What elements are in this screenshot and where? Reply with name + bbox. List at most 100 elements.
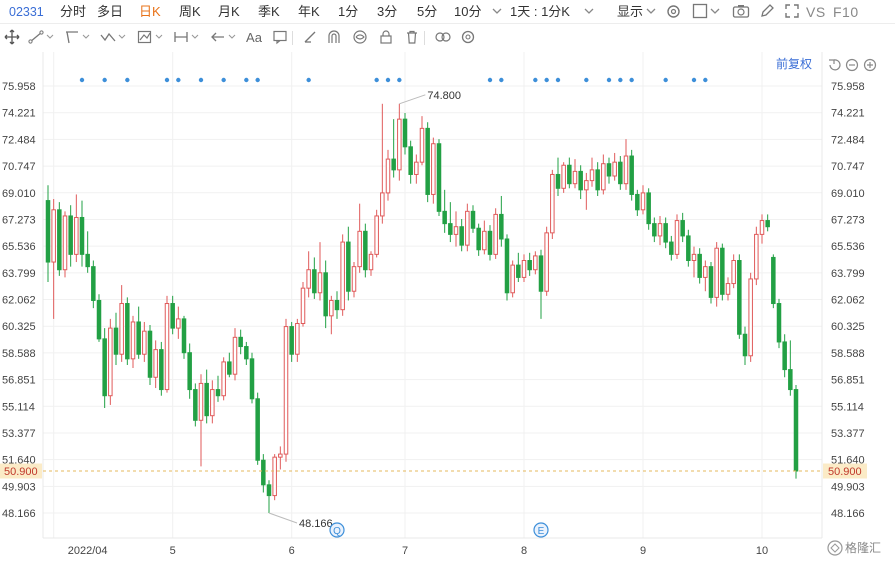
- display-menu[interactable]: 显示: [617, 3, 643, 21]
- y-tick-label-right: 74.221: [831, 108, 865, 120]
- chart-canvas[interactable]: 75.958 75.958 74.221 74.221 72.484 72.484 70.7…: [0, 52, 895, 572]
- magnet-icon[interactable]: [326, 29, 342, 47]
- candle-body: [346, 241, 351, 292]
- trash-icon[interactable]: [404, 29, 420, 47]
- candle-body: [198, 382, 204, 421]
- chevron-down-icon[interactable]: [584, 5, 594, 23]
- period-tab-3min[interactable]: 3分: [377, 3, 397, 21]
- zoom-out-icon[interactable]: [845, 58, 859, 72]
- y-tick-label-right: 70.747: [831, 161, 865, 173]
- candle-body: [572, 170, 578, 185]
- zoom-in-icon[interactable]: [863, 58, 877, 72]
- chevron-down-icon[interactable]: [228, 33, 236, 51]
- dividend-dot: [584, 77, 589, 83]
- candle-body: [663, 223, 668, 243]
- pencil-icon[interactable]: [759, 3, 775, 21]
- max-price-label: 74.800: [427, 90, 461, 102]
- chevron-down-icon[interactable]: [82, 33, 90, 51]
- candle-layer: [45, 103, 799, 513]
- period-tab-yearly[interactable]: 年K: [298, 3, 320, 21]
- period-tab-quarterly[interactable]: 季K: [258, 3, 280, 21]
- period-tab-1min[interactable]: 1分: [338, 3, 358, 21]
- multi-period-selector[interactable]: 1天 : 1分K: [510, 3, 570, 21]
- candle-body: [419, 127, 425, 163]
- candle-body: [742, 333, 748, 357]
- ruler-icon[interactable]: [302, 29, 318, 47]
- period-tab-timeshare[interactable]: 分时: [60, 3, 86, 21]
- dividend-dots-layer: [79, 77, 708, 83]
- chevron-down-icon[interactable]: [155, 33, 163, 51]
- reset-icon[interactable]: [829, 59, 841, 71]
- candle-body: [618, 161, 623, 185]
- comment-icon[interactable]: [272, 29, 288, 47]
- chevron-down-icon[interactable]: [710, 5, 720, 23]
- candle-body: [453, 226, 459, 235]
- f10-button[interactable]: F10: [833, 3, 859, 21]
- candle-body: [533, 255, 538, 271]
- chevron-down-icon[interactable]: [118, 33, 126, 51]
- forward-adjust-toggle[interactable]: 前复权: [776, 56, 812, 71]
- vs-compare-button[interactable]: VS: [806, 3, 826, 21]
- fullscreen-icon[interactable]: [784, 3, 800, 21]
- candle-body: [561, 164, 566, 189]
- event-marker-e[interactable]: E: [533, 522, 549, 538]
- x-tick-label: 10: [756, 545, 768, 557]
- candle-body: [669, 241, 674, 255]
- y-tick-label-left: 65.536: [2, 241, 36, 253]
- candle-body: [96, 299, 102, 340]
- chevron-down-icon[interactable]: [646, 5, 656, 23]
- settings-icon[interactable]: [460, 29, 476, 47]
- gear-icon[interactable]: [665, 3, 682, 21]
- candle-body: [125, 303, 130, 360]
- candle-body: [748, 278, 753, 357]
- chevron-down-icon[interactable]: [492, 5, 502, 23]
- period-tab-daily[interactable]: 日K: [139, 3, 161, 21]
- candle-body: [408, 146, 413, 175]
- candlestick-chart[interactable]: 75.958 75.958 74.221 74.221 72.484 72.484 70.7…: [0, 52, 895, 572]
- move-icon[interactable]: [4, 29, 20, 47]
- candle-body: [720, 247, 725, 295]
- candle-body: [142, 330, 147, 355]
- link-icon[interactable]: [434, 29, 452, 47]
- dividend-dot: [125, 77, 130, 83]
- period-tab-5min[interactable]: 5分: [417, 3, 437, 21]
- period-tab-multiday[interactable]: 多日: [97, 3, 123, 21]
- candle-body: [544, 232, 549, 292]
- chevron-down-icon[interactable]: [46, 33, 54, 51]
- y-tick-label-left: 70.747: [2, 161, 36, 173]
- candle-body: [295, 322, 300, 355]
- candle-body: [57, 209, 62, 271]
- wave-icon[interactable]: [100, 29, 116, 47]
- candle-body: [45, 200, 51, 263]
- arrow-left-icon[interactable]: [210, 29, 226, 47]
- event-marker-label: Q: [333, 526, 341, 537]
- event-marker-q[interactable]: Q: [329, 522, 345, 538]
- candle-body: [431, 143, 436, 195]
- eye-icon[interactable]: [352, 29, 368, 47]
- y-tick-label-right: 75.958: [831, 81, 865, 93]
- candle-body: [147, 330, 153, 378]
- candle-body: [578, 170, 583, 191]
- square-icon[interactable]: [692, 3, 708, 21]
- dividend-dot: [703, 77, 708, 83]
- period-tab-monthly[interactable]: 月K: [218, 3, 240, 21]
- channel-icon[interactable]: [64, 29, 80, 47]
- y-tick-label-right: 58.588: [831, 348, 865, 360]
- period-tab-weekly[interactable]: 周K: [179, 3, 201, 21]
- camera-icon[interactable]: [732, 3, 750, 21]
- chevron-down-icon[interactable]: [191, 33, 199, 51]
- divider: [292, 31, 293, 45]
- divider: [424, 31, 425, 45]
- dividend-dot: [385, 77, 391, 83]
- period-toolbar: 02331 分时 多日 日K 周K 月K 季K 年K 1分 3分 5分 10分 …: [0, 0, 895, 24]
- text-tool-button[interactable]: Aa: [244, 29, 264, 47]
- lock-icon[interactable]: [378, 29, 394, 47]
- dividend-dot: [79, 77, 85, 83]
- candle-body: [102, 338, 107, 397]
- period-tab-10min[interactable]: 10分: [454, 3, 481, 21]
- candle-body: [629, 155, 634, 195]
- range-icon[interactable]: [173, 29, 189, 47]
- pattern-icon[interactable]: [137, 29, 153, 47]
- candle-body: [504, 238, 510, 294]
- trendline-icon[interactable]: [28, 29, 44, 47]
